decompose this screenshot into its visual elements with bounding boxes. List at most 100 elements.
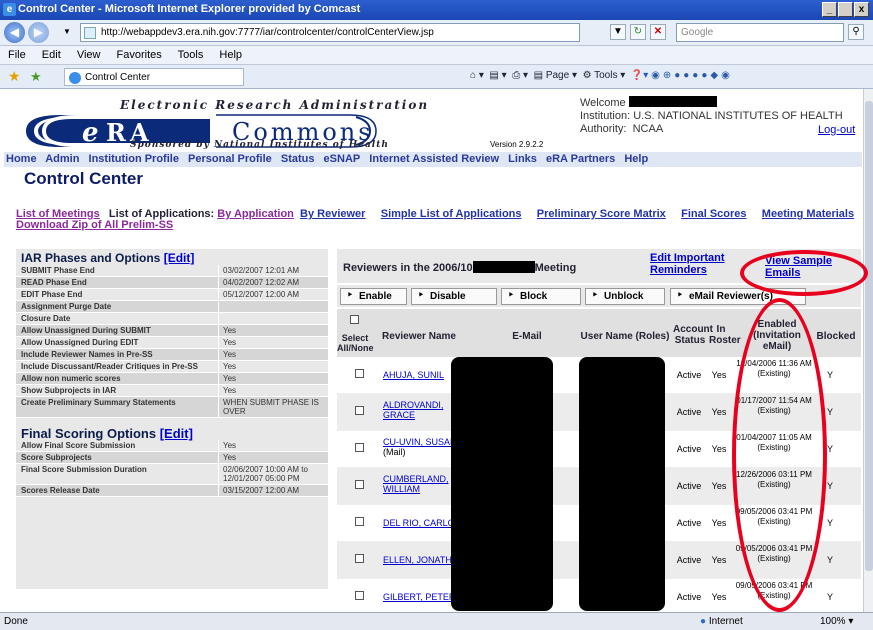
nav-personal-profile[interactable]: Personal Profile [188,153,272,165]
reviewer-name-link[interactable]: DEL RIO, CARLOS [383,518,461,528]
reviewer-name-link[interactable]: CUMBERLAND, WILLIAM [383,474,449,494]
reviewer-name-link[interactable]: CU-UVIN, SUSAN [383,437,457,447]
print-icon[interactable]: ⎙ ▾ [512,70,528,81]
ie-tab-icon [69,72,81,84]
menu-edit[interactable]: Edit [42,49,61,61]
by-reviewer-link[interactable]: By Reviewer [300,208,365,220]
menu-bar: File Edit View Favorites Tools Help [0,46,873,65]
option-row: Allow Final Score Submission Yes [16,440,328,452]
col-user-name: User Name (Roles) [580,331,670,342]
select-all-checkbox[interactable] [350,315,359,324]
minimize-button[interactable]: _ [822,2,837,17]
search-input[interactable]: Google [676,23,844,42]
refresh-icon[interactable]: ↻ [630,24,646,40]
nav-era-partners[interactable]: eRA Partners [546,153,615,165]
nav-institution-profile[interactable]: Institution Profile [89,153,179,165]
download-zip-link[interactable]: Download Zip of All Prelim-SS [16,219,173,231]
page-menu-label: Page [545,70,570,81]
maximize-button[interactable] [838,2,853,17]
vertical-scrollbar[interactable] [863,89,873,612]
feeds-icon[interactable]: ▤ ▾ [489,70,506,81]
row-checkbox[interactable] [355,554,364,563]
block-button[interactable]: ‣ Block [501,288,581,305]
menu-view[interactable]: View [77,49,101,61]
iar-edit-link[interactable]: [Edit] [164,251,195,265]
col-in-roster: In Roster [709,324,741,346]
dropdown-icon[interactable]: ▼ [63,27,71,36]
account-status-cell: Active [676,407,702,417]
menu-favorites[interactable]: Favorites [117,49,162,61]
zoom-control[interactable]: 100% ▾ [820,616,853,627]
tab-control-center[interactable]: Control Center [64,68,244,86]
unblock-button[interactable]: ‣ Unblock [585,288,665,305]
nav-links[interactable]: Links [508,153,537,165]
nav-help[interactable]: Help [624,153,648,165]
add-favorite-icon[interactable]: ★ [30,69,42,85]
option-value: 05/12/2007 12:00 AM [218,289,328,300]
reviewers-title: Reviewers in the 2006/10 Meeting [343,261,576,274]
close-button[interactable]: x [854,2,869,17]
forward-button[interactable]: ▶ [28,22,49,43]
row-checkbox[interactable] [355,443,364,452]
option-row: Assignment Purge Date [16,301,328,313]
home-icon[interactable]: ⌂ ▾ [470,70,484,81]
account-status-cell: Active [676,481,702,491]
reviewer-name-link[interactable]: AHUJA, SUNIL [383,370,444,380]
row-checkbox[interactable] [355,369,364,378]
option-row: Include Discussant/Reader Critiques in P… [16,361,328,373]
url-field[interactable]: http://webappdev3.era.nih.gov:7777/iar/c… [80,23,580,42]
option-row: Show Subprojects in IAR Yes [16,385,328,397]
favorites-star-icon[interactable]: ★ [8,68,21,85]
row-checkbox[interactable] [355,480,364,489]
enable-button[interactable]: ‣ Enable [340,288,407,305]
final-scoring-edit-link[interactable]: [Edit] [160,426,193,441]
nav-esnap[interactable]: eSNAP [324,153,361,165]
annotation-oval-sample-emails [740,250,868,296]
disable-button[interactable]: ‣ Disable [411,288,497,305]
col-reviewer-name: Reviewer Name [382,331,456,342]
logout-link[interactable]: Log-out [818,124,855,136]
menu-tools[interactable]: Tools [178,49,204,61]
search-icon[interactable]: ⚲ [848,24,864,40]
edit-reminders-link[interactable]: Edit Important Reminders [650,252,740,276]
help-icon[interactable]: ❓▾ [631,70,648,81]
tools-menu[interactable]: ⚙ Tools ▾ [583,70,626,81]
row-checkbox[interactable] [355,406,364,415]
row-checkbox[interactable] [355,517,364,526]
option-value [218,313,328,324]
nav-admin[interactable]: Admin [45,153,79,165]
simple-list-link[interactable]: Simple List of Applications [381,208,522,220]
redacted-email-column [451,357,553,611]
reviewer-name-link[interactable]: ALDROVANDI, GRACE [383,400,443,420]
tab-bar: ★ ★ Control Center ⌂ ▾ ▤ ▾ ⎙ ▾ ▤ Page ▾ … [0,65,873,89]
in-roster-cell: Yes [711,370,727,380]
row-checkbox[interactable] [355,591,364,600]
tab-label: Control Center [85,72,151,83]
arrow-icon: ‣ [592,290,598,301]
stop-icon[interactable]: ✕ [650,24,666,40]
nav-status[interactable]: Status [281,153,315,165]
prelim-score-matrix-link[interactable]: Preliminary Score Matrix [537,208,666,220]
toolbar-addon-icons[interactable]: ◉⊕●●●●◆◉ [651,70,733,81]
option-value: Yes [218,373,328,384]
enable-label: Enable [359,291,392,302]
col-select[interactable]: Select All/None [337,333,374,353]
nav-home[interactable]: Home [6,153,37,165]
by-application-link[interactable]: By Application [217,208,294,220]
page-menu[interactable]: ▤ Page ▾ [534,70,577,81]
nav-iar[interactable]: Internet Assisted Review [369,153,499,165]
col-email: E-Mail [512,331,542,342]
option-value: WHEN SUBMIT PHASE IS OVER [218,397,328,417]
menu-help[interactable]: Help [219,49,242,61]
reviewer-name-link[interactable]: GILBERT, PETER [383,592,455,602]
url-dropdown-icon[interactable]: ▼ [610,24,626,40]
scroll-thumb[interactable] [865,101,873,571]
menu-file[interactable]: File [8,49,26,61]
meeting-materials-link[interactable]: Meeting Materials [762,208,854,220]
window-title: Control Center - Microsoft Internet Expl… [18,3,361,15]
final-scores-link[interactable]: Final Scores [681,208,746,220]
arrow-icon: ‣ [677,290,683,301]
blocked-cell: Y [826,592,833,602]
final-scoring-header: Final Scoring Options [Edit] [16,424,328,441]
back-button[interactable]: ◀ [4,22,25,43]
